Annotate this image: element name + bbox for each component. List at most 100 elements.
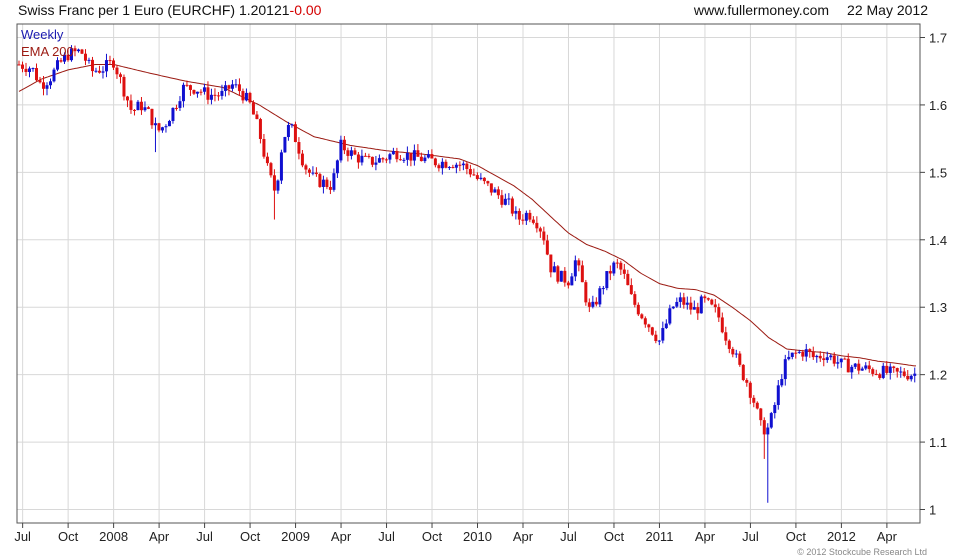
candle-body: [794, 352, 798, 354]
candle-body: [160, 127, 164, 131]
candle-body: [909, 375, 913, 380]
candle-body: [500, 195, 504, 205]
weekly-candle: [741, 364, 745, 382]
candle-body: [843, 358, 847, 360]
y-tick-label: 1.7: [929, 30, 947, 45]
x-tick-label: Oct: [604, 529, 625, 544]
weekly-candle: [738, 351, 742, 367]
candle-body: [178, 101, 182, 108]
candle-body: [479, 177, 483, 179]
weekly-candle: [17, 60, 21, 66]
x-tick-label: Jul: [14, 529, 31, 544]
x-tick-label: Apr: [877, 529, 898, 544]
x-tick-label: Jul: [378, 529, 395, 544]
candle-body: [104, 60, 108, 72]
weekly-candle: [468, 164, 472, 178]
candle-body: [237, 84, 241, 92]
candle-body: [556, 266, 560, 282]
candle-body: [559, 270, 563, 282]
candle-body: [846, 358, 850, 373]
candle-body: [888, 366, 892, 373]
weekly-candle: [157, 122, 161, 133]
candle-body: [818, 355, 822, 359]
candle-body: [731, 348, 735, 355]
weekly-candle: [234, 79, 238, 88]
candle-body: [188, 85, 192, 90]
weekly-candle: [27, 66, 31, 78]
candle-body: [584, 282, 588, 303]
candle-body: [685, 302, 689, 305]
weekly-candle: [850, 364, 854, 379]
candle-body: [577, 260, 581, 266]
candle-body: [815, 355, 819, 358]
weekly-candle: [94, 67, 98, 73]
weekly-candle: [598, 285, 602, 308]
weekly-candle: [104, 53, 108, 78]
y-tick-label: 1.6: [929, 98, 947, 113]
weekly-candle: [353, 147, 357, 156]
weekly-candle: [300, 150, 304, 168]
candle-body: [587, 302, 591, 307]
weekly-candle: [640, 313, 644, 320]
candle-body: [17, 64, 21, 66]
weekly-candle: [545, 234, 549, 256]
candle-body: [878, 374, 882, 378]
weekly-candle: [90, 56, 94, 77]
candle-body: [633, 294, 637, 305]
candle-body: [605, 271, 609, 289]
weekly-candle: [321, 175, 325, 194]
weekly-candle: [857, 359, 861, 375]
candle-body: [45, 85, 49, 89]
candle-body: [552, 266, 556, 273]
weekly-candle: [356, 151, 360, 169]
weekly-candle: [612, 261, 616, 276]
candle-body: [570, 276, 574, 286]
weekly-candle: [699, 294, 703, 314]
grid-lines: [17, 24, 920, 523]
weekly-candle: [388, 152, 392, 164]
weekly-candle: [395, 147, 399, 163]
candle-body: [801, 351, 805, 357]
candle-body: [269, 163, 273, 176]
weekly-candle: [164, 124, 168, 133]
candle-body: [724, 332, 728, 341]
candle-body: [416, 150, 420, 157]
candle-body: [73, 48, 77, 52]
weekly-candle: [237, 78, 241, 96]
ema-layer: [18, 64, 916, 367]
weekly-candle: [412, 144, 416, 166]
weekly-candle: [801, 349, 805, 361]
candle-body: [307, 169, 311, 173]
weekly-candle: [171, 107, 175, 124]
plot-frame: [16, 23, 921, 524]
weekly-candle: [230, 79, 234, 92]
weekly-candle: [174, 104, 178, 111]
weekly-candle: [97, 65, 101, 74]
candle-body: [129, 100, 133, 110]
weekly-candle: [605, 271, 609, 291]
weekly-candle: [843, 357, 847, 360]
candle-body: [423, 157, 427, 162]
candle-body: [412, 150, 416, 161]
candle-body: [566, 282, 570, 286]
candle-body: [381, 158, 385, 160]
candle-body: [790, 352, 794, 357]
candle-body: [220, 90, 224, 96]
candle-body: [55, 60, 59, 70]
candle-body: [899, 371, 903, 373]
weekly-candle: [531, 216, 535, 225]
candle-body: [150, 108, 154, 126]
candle-body: [248, 92, 252, 103]
weekly-candle: [587, 298, 591, 313]
candle-body: [762, 420, 766, 435]
weekly-candle: [671, 306, 675, 310]
weekly-candle: [895, 367, 899, 378]
candle-body: [108, 60, 112, 62]
candle-body: [31, 68, 35, 70]
candle-body: [465, 163, 469, 169]
candle-body: [752, 397, 756, 403]
candle-body: [111, 60, 115, 68]
candle-body: [521, 219, 525, 221]
candle-body: [38, 80, 42, 83]
candle-body: [80, 49, 84, 54]
